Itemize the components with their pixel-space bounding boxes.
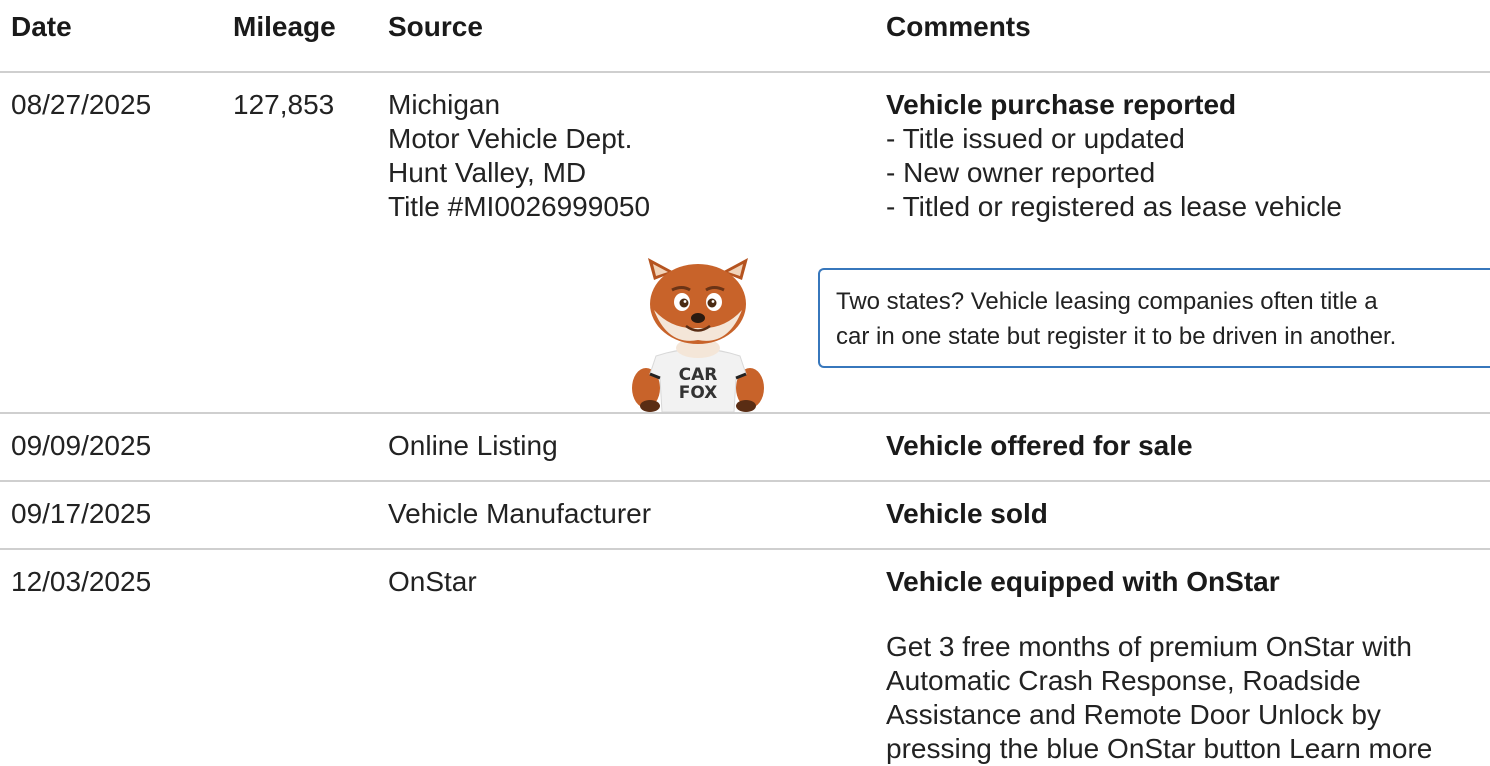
column-header-mileage: Mileage bbox=[233, 11, 336, 42]
carfox-mascot-icon: CAR FOX bbox=[632, 258, 764, 412]
comment-item: - Titled or registered as lease vehicle bbox=[886, 191, 1342, 222]
source-line: Title #MI0026999050 bbox=[388, 191, 651, 222]
comment-title: Vehicle offered for sale bbox=[886, 430, 1193, 461]
source-line: Hunt Valley, MD bbox=[388, 157, 587, 188]
record-source: Vehicle Manufacturer bbox=[388, 498, 652, 529]
record-date: 09/17/2025 bbox=[11, 498, 152, 529]
onstar-promo: Get 3 free months of premium OnStar with… bbox=[886, 630, 1490, 766]
comment-title: Vehicle sold bbox=[886, 498, 1048, 529]
comment-item: - Title issued or updated bbox=[886, 123, 1185, 154]
record-mileage: 127,853 bbox=[233, 89, 335, 120]
mascot-shirt-text: FOX bbox=[679, 383, 718, 403]
record-source: Michigan Motor Vehicle Dept. Hunt Valley… bbox=[388, 88, 650, 224]
record-date: 12/03/2025 bbox=[11, 566, 152, 597]
comment-title: Vehicle equipped with OnStar bbox=[886, 566, 1280, 597]
column-header-date: Date bbox=[11, 11, 72, 42]
row-divider bbox=[0, 412, 1490, 414]
info-callout: Two states? Vehicle leasing companies of… bbox=[818, 268, 1490, 368]
promo-line: Assistance and Remote Door Unlock by bbox=[886, 699, 1381, 730]
comment-title: Vehicle purchase reported bbox=[886, 89, 1237, 120]
source-line: Michigan bbox=[388, 89, 501, 120]
record-date: 09/09/2025 bbox=[11, 430, 152, 461]
record-comments: Vehicle purchase reported - Title issued… bbox=[886, 88, 1342, 224]
record-source: Online Listing bbox=[388, 430, 558, 461]
promo-line-with-link: pressing the blue OnStar button Learn mo… bbox=[886, 732, 1490, 766]
header-divider bbox=[0, 71, 1490, 73]
comment-item: - New owner reported bbox=[886, 157, 1156, 188]
column-header-comments: Comments bbox=[886, 11, 1031, 42]
mascot-shirt-text: CAR bbox=[679, 365, 718, 385]
learn-more-link[interactable]: Learn more bbox=[1289, 733, 1432, 764]
row-divider bbox=[0, 548, 1490, 550]
callout-line: Two states? Vehicle leasing companies of… bbox=[836, 288, 1378, 315]
record-date: 08/27/2025 bbox=[11, 89, 152, 120]
callout-line: car in one state but register it to be d… bbox=[836, 323, 1397, 350]
row-divider bbox=[0, 480, 1490, 482]
column-header-source: Source bbox=[388, 11, 483, 42]
source-line: Motor Vehicle Dept. bbox=[388, 123, 633, 154]
record-source: OnStar bbox=[388, 566, 477, 597]
promo-line: Get 3 free months of premium OnStar with bbox=[886, 631, 1412, 662]
promo-line: pressing the blue OnStar button bbox=[886, 733, 1282, 764]
promo-line: Automatic Crash Response, Roadside bbox=[886, 665, 1361, 696]
